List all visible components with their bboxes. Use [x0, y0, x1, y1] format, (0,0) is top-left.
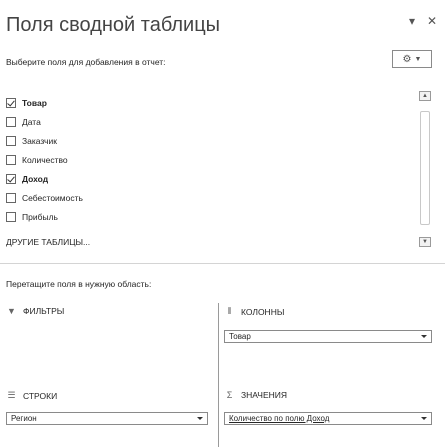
rows-icon: ☰ — [7, 390, 16, 400]
checkbox[interactable] — [6, 136, 16, 146]
filter-icon: ▼ — [7, 306, 16, 316]
chevron-down-icon[interactable]: ▾ — [409, 14, 415, 28]
checkbox[interactable] — [6, 98, 16, 108]
filters-label: ФИЛЬТРЫ — [23, 306, 65, 316]
field-label: Прибыль — [22, 212, 58, 222]
columns-item-tovar[interactable]: Товар — [224, 330, 432, 343]
scroll-up-icon[interactable]: ▲ — [419, 91, 431, 101]
chevron-down-icon — [421, 335, 427, 338]
values-label: ЗНАЧЕНИЯ — [241, 390, 287, 400]
field-label: Доход — [22, 174, 49, 184]
rows-label: СТРОКИ — [23, 390, 58, 401]
field-item-dohod[interactable]: Доход — [6, 172, 83, 186]
checkbox[interactable] — [6, 155, 16, 165]
values-area-header: Σ ЗНАЧЕНИЯ — [224, 390, 287, 400]
chevron-down-icon — [421, 417, 427, 420]
divider — [0, 263, 445, 264]
close-icon[interactable]: ✕ — [427, 14, 437, 28]
checkbox[interactable] — [6, 117, 16, 127]
choose-fields-label: Выберите поля для добавления в отчет: — [6, 57, 166, 67]
field-label: Товар — [22, 98, 47, 108]
rows-item-region[interactable]: Регион — [6, 412, 208, 425]
field-item-zakazchik[interactable]: Заказчик — [6, 134, 83, 148]
item-label: Количество по полю Доход — [229, 414, 330, 423]
columns-icon: ⫴ — [227, 306, 232, 316]
field-list-scrollbar[interactable]: ▲ ▼ — [419, 91, 431, 247]
field-label: Дата — [22, 117, 41, 127]
scroll-thumb[interactable] — [420, 111, 430, 225]
item-label: Товар — [229, 332, 251, 341]
field-label: Себестоимость — [22, 193, 83, 203]
sigma-icon: Σ — [226, 390, 233, 400]
checkbox[interactable] — [6, 193, 16, 203]
field-label: Количество — [22, 155, 68, 165]
checkbox[interactable] — [6, 174, 16, 184]
field-item-sebestoimost[interactable]: Себестоимость — [6, 191, 83, 205]
columns-area-header: ⫴ КОЛОННЫ — [224, 306, 285, 317]
field-item-tovar[interactable]: Товар — [6, 96, 83, 110]
chevron-down-icon — [197, 417, 203, 420]
columns-label: КОЛОННЫ — [241, 306, 285, 317]
checkbox[interactable] — [6, 212, 16, 222]
area-divider — [218, 303, 219, 447]
field-list: Товар Дата Заказчик Количество Доход Себ… — [6, 96, 83, 229]
field-item-kolichestvo[interactable]: Количество — [6, 153, 83, 167]
field-item-data[interactable]: Дата — [6, 115, 83, 129]
other-tables-link[interactable]: ДРУГИЕ ТАБЛИЦЫ... — [6, 237, 90, 247]
filters-area-header: ▼ ФИЛЬТРЫ — [6, 306, 64, 316]
gear-icon: ⚙ — [402, 53, 412, 65]
values-item-quantity-by-income[interactable]: Количество по полю Доход — [224, 412, 432, 425]
field-label: Заказчик — [22, 136, 57, 146]
field-item-pribyl[interactable]: Прибыль — [6, 210, 83, 224]
pane-title: Поля сводной таблицы — [6, 14, 221, 36]
drag-hint-label: Перетащите поля в нужную область: — [6, 279, 152, 289]
item-label: Регион — [11, 414, 37, 423]
scroll-down-icon[interactable]: ▼ — [419, 237, 431, 247]
rows-area-header: ☰ СТРОКИ — [6, 390, 57, 401]
chevron-down-icon: ▼ — [414, 55, 422, 63]
tools-button[interactable]: ⚙ ▼ — [392, 50, 432, 68]
